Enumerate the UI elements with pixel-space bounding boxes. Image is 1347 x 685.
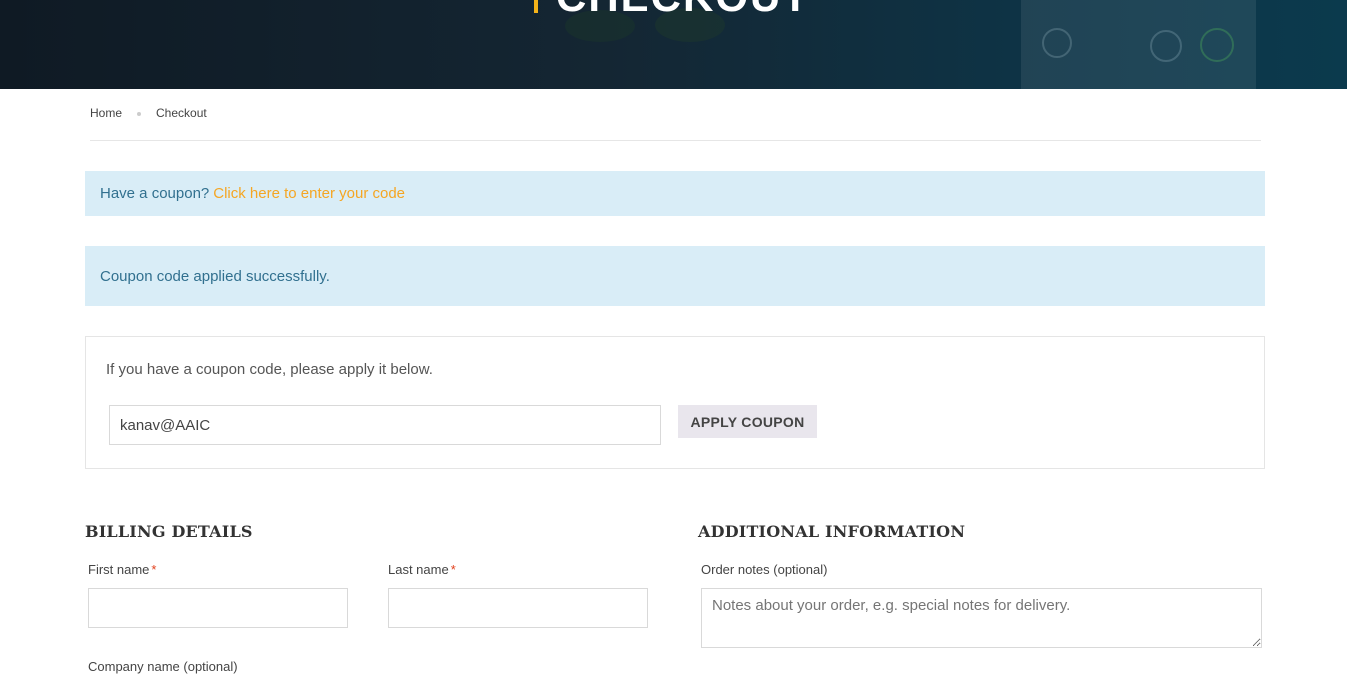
hero-decoration [1042,28,1072,58]
first-name-label: First name * [88,562,156,577]
first-name-field[interactable] [88,588,348,628]
coupon-success-notice: Coupon code applied successfully. [85,246,1265,306]
breadcrumb-divider [90,140,1261,141]
last-name-label-text: Last name [388,562,449,577]
breadcrumb-separator-icon [137,112,142,116]
last-name-field[interactable] [388,588,648,628]
first-name-label-text: First name [88,562,150,577]
hero-decoration [1200,28,1234,62]
coupon-prompt-text: Have a coupon? [100,185,210,202]
coupon-code-input[interactable] [109,405,661,445]
page-title: CHECKOUT [556,0,810,18]
coupon-hint-text: If you have a coupon code, please apply … [106,361,433,378]
order-notes-label: Order notes (optional) [701,562,828,577]
order-notes-textarea[interactable] [701,588,1262,648]
apply-coupon-button[interactable]: APPLY COUPON [678,405,817,438]
hero-decoration [1150,30,1182,62]
additional-information-heading: ADDITIONAL INFORMATION [698,522,966,541]
coupon-prompt-notice: Have a coupon? Click here to enter your … [85,171,1265,216]
page-hero-banner: CHECKOUT [0,0,1347,89]
coupon-form: If you have a coupon code, please apply … [85,336,1265,469]
billing-details-heading: BILLING DETAILS [85,522,253,541]
last-name-label: Last name * [388,562,456,577]
hero-title-accent-bar [534,0,538,13]
breadcrumb-home-link[interactable]: Home [90,106,122,120]
breadcrumb: Home Checkout [90,106,207,120]
breadcrumb-current: Checkout [156,106,207,120]
success-message: Coupon code applied successfully. [100,267,330,285]
required-mark: * [450,562,456,577]
company-name-label: Company name (optional) [88,659,238,674]
show-coupon-link[interactable]: Click here to enter your code [213,185,405,202]
required-mark: * [151,562,157,577]
